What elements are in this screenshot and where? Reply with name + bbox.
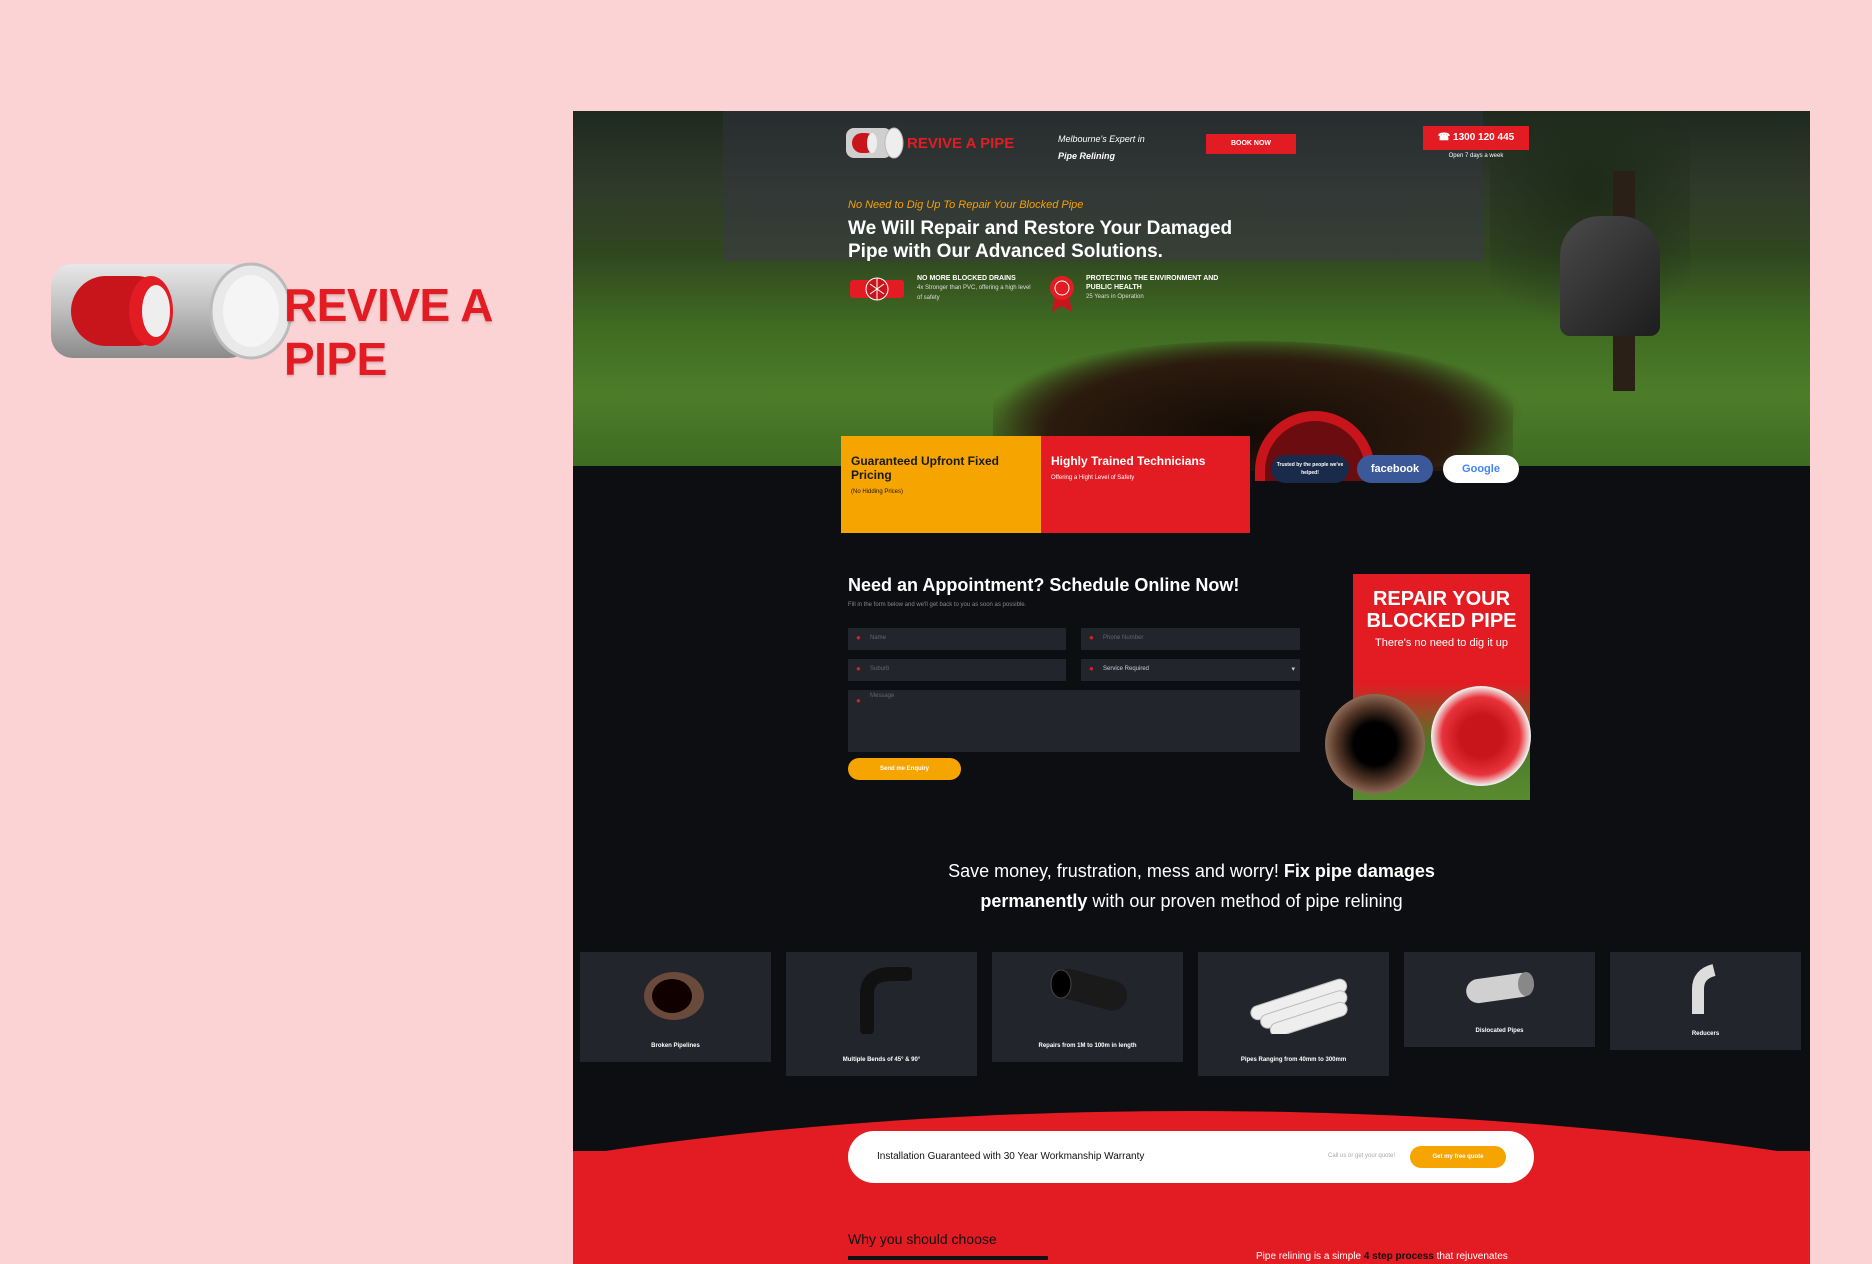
product-card[interactable]: Dislocated Pipes (1404, 952, 1595, 1047)
why-choose-brand-cutoff (848, 1256, 1048, 1264)
free-quote-button[interactable]: Get my free quote (1410, 1146, 1506, 1168)
name-input[interactable]: ● Name (848, 628, 1066, 650)
header-tagline: Melbourne's Expert in Pipe Relining (1058, 131, 1145, 165)
old-pipe-image (1325, 694, 1425, 794)
location-icon: ● (856, 664, 861, 673)
usp-fixed-pricing: Guaranteed Upfront Fixed Pricing (No Hid… (841, 436, 1041, 533)
save-bold-1: Fix pipe damages (1283, 861, 1435, 881)
tagline-line2: Pipe Relining (1058, 151, 1116, 161)
chevron-down-icon: ▾ (1291, 666, 1295, 673)
tagline-line1: Melbourne's Expert in (1058, 134, 1145, 144)
process-text: Pipe relining is a simple 4 step process… (1256, 1251, 1508, 1262)
phone-icon: ● (1089, 633, 1094, 642)
usp-title: Guaranteed Upfront Fixed Pricing (851, 454, 1000, 482)
google-review-badge[interactable]: Google (1443, 455, 1519, 483)
hero-headline: We Will Repair and Restore Your Damaged … (848, 218, 1233, 262)
process-post: that rejuvenates (1433, 1251, 1508, 1262)
service-select[interactable]: ● Service Required ▾ (1081, 659, 1300, 681)
book-now-button[interactable]: BOOK NOW (1206, 134, 1296, 154)
name-placeholder: Name (870, 635, 887, 641)
usp-title: Highly Trained Technicians (1051, 454, 1206, 468)
usp-sub: (No Hidding Prices) (851, 489, 904, 495)
product-label: Multiple Bends of 45° & 90° (842, 1057, 921, 1063)
warranty-call-text: Call us or get your quote! (1328, 1153, 1396, 1159)
product-label: Dislocated Pipes (1475, 1028, 1524, 1034)
service-value: Service Required (1103, 666, 1150, 672)
save-bold-2: permanently (980, 891, 1088, 911)
save-text-2: with our proven method of pipe relining (1087, 891, 1403, 911)
promo-sub: There's no need to dig it up (1375, 637, 1508, 649)
message-placeholder: Message (870, 693, 895, 699)
product-card[interactable]: Pipes Ranging from 40mm to 300mm (1198, 952, 1389, 1076)
suburb-input[interactable]: ● Suburb (848, 659, 1066, 681)
website-preview: REVIVE A PIPE Melbourne's Expert in Pipe… (573, 111, 1810, 1264)
product-card[interactable]: Reducers (1610, 952, 1801, 1050)
phone-placeholder: Phone Number (1103, 635, 1144, 641)
service-icon: ● (1089, 664, 1094, 673)
pvc-pipes-icon (1249, 978, 1348, 1034)
phone-hours: Open 7 days a week (1448, 153, 1504, 159)
bend-pipe-icon (859, 967, 912, 1034)
promo-headline: REPAIR YOUR BLOCKED PIPE (1366, 588, 1517, 632)
phone-input[interactable]: ● Phone Number (1081, 628, 1300, 650)
form-subtitle: Fill in the form below and we'll get bac… (848, 602, 1027, 608)
save-money-text: Save money, frustration, mess and worry!… (573, 856, 1810, 916)
feature-sub: 4x Stronger than PVC, offering a high le… (917, 285, 1031, 301)
dislocated-pipe-icon (1465, 972, 1534, 1004)
promo-banner[interactable]: REPAIR YOUR BLOCKED PIPE There's no need… (1325, 574, 1531, 800)
message-textarea[interactable]: ● Message (848, 690, 1300, 752)
phone-button[interactable]: ☎ 1300 120 445 (1423, 126, 1529, 150)
hero-section: REVIVE A PIPE Melbourne's Expert in Pipe… (573, 111, 1810, 481)
facebook-review-badge[interactable]: facebook (1357, 455, 1433, 483)
hero-machine-image (1560, 216, 1660, 336)
process-pre: Pipe relining is a simple (1256, 1251, 1364, 1262)
hero-brand-logo: REVIVE A PIPE (46, 256, 546, 385)
feature-blocked-drains: NO MORE BLOCKED DRAINS 4x Stronger than … (917, 274, 1032, 303)
usp-trained-technicians: Highly Trained Technicians Offering a Hi… (1041, 436, 1250, 533)
message-icon: ● (856, 696, 861, 705)
usp-sub: Offering a Hight Level of Safety (1051, 475, 1135, 481)
process-bold: 4 step process (1363, 1251, 1434, 1262)
form-title: Need an Appointment? Schedule Online Now… (848, 575, 1240, 595)
product-label: Pipes Ranging from 40mm to 300mm (1240, 1057, 1347, 1063)
feature-sub: 25 Years in Operation (1086, 294, 1144, 300)
trust-badge: Trusted by the people we've helped! (1271, 455, 1349, 483)
broken-pipe-icon (643, 972, 704, 1020)
feature-title: NO MORE BLOCKED DRAINS (917, 275, 1016, 282)
product-card[interactable]: Multiple Bends of 45° & 90° (786, 952, 977, 1076)
award-ribbon-icon (1050, 276, 1074, 312)
site-brand-name: REVIVE A PIPE (907, 135, 1015, 152)
warranty-bar: Installation Guaranteed with 30 Year Wor… (848, 1131, 1534, 1183)
feature-title: PROTECTING THE ENVIRONMENT AND PUBLIC HE… (1086, 275, 1219, 291)
corrugated-pipe-icon (1050, 968, 1127, 1011)
suburb-placeholder: Suburb (870, 666, 890, 672)
relined-pipe-image (1431, 686, 1531, 786)
drain-pipe-icon (850, 277, 904, 301)
brand-name: REVIVE A PIPE (284, 279, 492, 385)
product-label: Repairs from 1M to 100m in length (1038, 1043, 1137, 1049)
product-card[interactable]: Repairs from 1M to 100m in length (992, 952, 1183, 1062)
feature-environment: PROTECTING THE ENVIRONMENT AND PUBLIC HE… (1086, 274, 1226, 302)
user-icon: ● (856, 633, 861, 642)
reducer-pipe-icon (1691, 964, 1716, 1014)
site-logo[interactable]: REVIVE A PIPE (844, 125, 1024, 161)
why-choose-title: Why you should choose (848, 1231, 997, 1247)
product-card[interactable]: Broken Pipelines (580, 952, 771, 1062)
product-label: Broken Pipelines (651, 1043, 700, 1049)
save-text-1: Save money, frustration, mess and worry! (948, 861, 1284, 881)
warranty-text: Installation Guaranteed with 30 Year Wor… (877, 1151, 1145, 1162)
pipe-logo-icon (51, 262, 293, 360)
pipe-logo-icon (846, 127, 904, 159)
product-label: Reducers (1691, 1031, 1720, 1037)
hero-pre-title: No Need to Dig Up To Repair Your Blocked… (848, 199, 1084, 211)
send-enquiry-button[interactable]: Send me Enquiry (848, 758, 961, 780)
